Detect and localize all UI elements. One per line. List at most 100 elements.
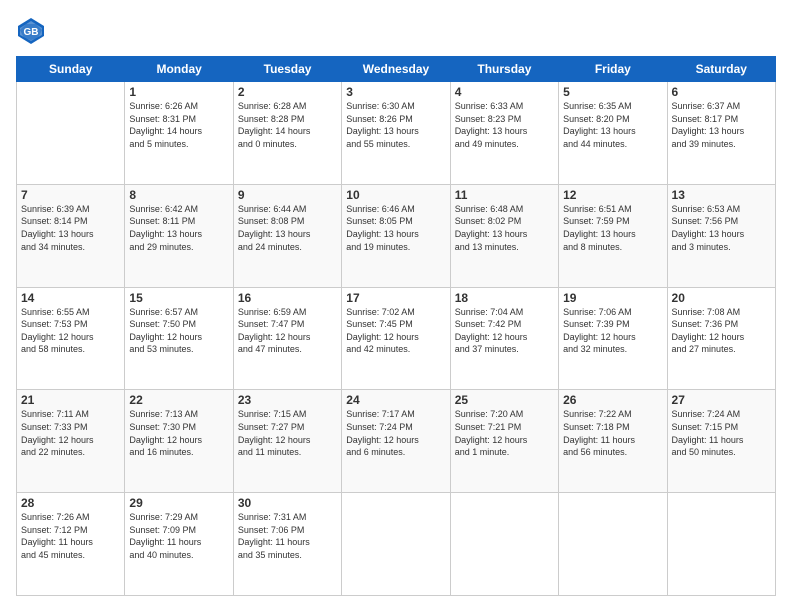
calendar-cell: [342, 493, 450, 596]
day-number: 29: [129, 496, 228, 510]
calendar-cell: 26Sunrise: 7:22 AM Sunset: 7:18 PM Dayli…: [559, 390, 667, 493]
calendar-cell: 25Sunrise: 7:20 AM Sunset: 7:21 PM Dayli…: [450, 390, 558, 493]
calendar-cell: 19Sunrise: 7:06 AM Sunset: 7:39 PM Dayli…: [559, 287, 667, 390]
day-number: 3: [346, 85, 445, 99]
calendar-cell: 12Sunrise: 6:51 AM Sunset: 7:59 PM Dayli…: [559, 184, 667, 287]
day-info: Sunrise: 7:20 AM Sunset: 7:21 PM Dayligh…: [455, 408, 554, 458]
calendar-table: SundayMondayTuesdayWednesdayThursdayFrid…: [16, 56, 776, 596]
day-number: 16: [238, 291, 337, 305]
calendar-cell: 2Sunrise: 6:28 AM Sunset: 8:28 PM Daylig…: [233, 82, 341, 185]
day-info: Sunrise: 7:06 AM Sunset: 7:39 PM Dayligh…: [563, 306, 662, 356]
week-row-1: 1Sunrise: 6:26 AM Sunset: 8:31 PM Daylig…: [17, 82, 776, 185]
calendar-cell: 4Sunrise: 6:33 AM Sunset: 8:23 PM Daylig…: [450, 82, 558, 185]
day-info: Sunrise: 6:37 AM Sunset: 8:17 PM Dayligh…: [672, 100, 771, 150]
day-number: 26: [563, 393, 662, 407]
day-info: Sunrise: 6:46 AM Sunset: 8:05 PM Dayligh…: [346, 203, 445, 253]
day-number: 4: [455, 85, 554, 99]
calendar-cell: 15Sunrise: 6:57 AM Sunset: 7:50 PM Dayli…: [125, 287, 233, 390]
calendar-cell: [450, 493, 558, 596]
day-info: Sunrise: 6:51 AM Sunset: 7:59 PM Dayligh…: [563, 203, 662, 253]
day-info: Sunrise: 6:48 AM Sunset: 8:02 PM Dayligh…: [455, 203, 554, 253]
day-info: Sunrise: 7:29 AM Sunset: 7:09 PM Dayligh…: [129, 511, 228, 561]
day-info: Sunrise: 7:02 AM Sunset: 7:45 PM Dayligh…: [346, 306, 445, 356]
calendar-cell: [17, 82, 125, 185]
day-info: Sunrise: 6:35 AM Sunset: 8:20 PM Dayligh…: [563, 100, 662, 150]
day-info: Sunrise: 7:08 AM Sunset: 7:36 PM Dayligh…: [672, 306, 771, 356]
calendar-cell: 21Sunrise: 7:11 AM Sunset: 7:33 PM Dayli…: [17, 390, 125, 493]
day-number: 6: [672, 85, 771, 99]
day-number: 12: [563, 188, 662, 202]
calendar-cell: 1Sunrise: 6:26 AM Sunset: 8:31 PM Daylig…: [125, 82, 233, 185]
day-info: Sunrise: 7:26 AM Sunset: 7:12 PM Dayligh…: [21, 511, 120, 561]
day-info: Sunrise: 6:57 AM Sunset: 7:50 PM Dayligh…: [129, 306, 228, 356]
calendar-cell: 3Sunrise: 6:30 AM Sunset: 8:26 PM Daylig…: [342, 82, 450, 185]
weekday-header-sunday: Sunday: [17, 57, 125, 82]
day-number: 30: [238, 496, 337, 510]
day-number: 7: [21, 188, 120, 202]
day-number: 15: [129, 291, 228, 305]
day-info: Sunrise: 6:42 AM Sunset: 8:11 PM Dayligh…: [129, 203, 228, 253]
calendar-cell: 17Sunrise: 7:02 AM Sunset: 7:45 PM Dayli…: [342, 287, 450, 390]
logo-icon: GB: [16, 16, 46, 46]
day-info: Sunrise: 6:28 AM Sunset: 8:28 PM Dayligh…: [238, 100, 337, 150]
day-info: Sunrise: 6:44 AM Sunset: 8:08 PM Dayligh…: [238, 203, 337, 253]
day-number: 10: [346, 188, 445, 202]
calendar-cell: [667, 493, 775, 596]
day-info: Sunrise: 6:55 AM Sunset: 7:53 PM Dayligh…: [21, 306, 120, 356]
day-info: Sunrise: 7:24 AM Sunset: 7:15 PM Dayligh…: [672, 408, 771, 458]
calendar-cell: 6Sunrise: 6:37 AM Sunset: 8:17 PM Daylig…: [667, 82, 775, 185]
calendar-cell: 22Sunrise: 7:13 AM Sunset: 7:30 PM Dayli…: [125, 390, 233, 493]
calendar-cell: 27Sunrise: 7:24 AM Sunset: 7:15 PM Dayli…: [667, 390, 775, 493]
day-info: Sunrise: 7:04 AM Sunset: 7:42 PM Dayligh…: [455, 306, 554, 356]
calendar-cell: 11Sunrise: 6:48 AM Sunset: 8:02 PM Dayli…: [450, 184, 558, 287]
calendar-cell: 20Sunrise: 7:08 AM Sunset: 7:36 PM Dayli…: [667, 287, 775, 390]
day-number: 2: [238, 85, 337, 99]
day-number: 24: [346, 393, 445, 407]
day-info: Sunrise: 7:31 AM Sunset: 7:06 PM Dayligh…: [238, 511, 337, 561]
logo: GB: [16, 16, 50, 46]
day-number: 13: [672, 188, 771, 202]
week-row-3: 14Sunrise: 6:55 AM Sunset: 7:53 PM Dayli…: [17, 287, 776, 390]
calendar-cell: 8Sunrise: 6:42 AM Sunset: 8:11 PM Daylig…: [125, 184, 233, 287]
day-number: 23: [238, 393, 337, 407]
calendar-cell: 7Sunrise: 6:39 AM Sunset: 8:14 PM Daylig…: [17, 184, 125, 287]
week-row-2: 7Sunrise: 6:39 AM Sunset: 8:14 PM Daylig…: [17, 184, 776, 287]
day-number: 11: [455, 188, 554, 202]
day-number: 22: [129, 393, 228, 407]
week-row-5: 28Sunrise: 7:26 AM Sunset: 7:12 PM Dayli…: [17, 493, 776, 596]
day-info: Sunrise: 6:59 AM Sunset: 7:47 PM Dayligh…: [238, 306, 337, 356]
weekday-header-monday: Monday: [125, 57, 233, 82]
weekday-header-thursday: Thursday: [450, 57, 558, 82]
day-info: Sunrise: 7:11 AM Sunset: 7:33 PM Dayligh…: [21, 408, 120, 458]
weekday-header-saturday: Saturday: [667, 57, 775, 82]
page: GB SundayMondayTuesdayWednesdayThursdayF…: [0, 0, 792, 612]
weekday-header-wednesday: Wednesday: [342, 57, 450, 82]
day-number: 19: [563, 291, 662, 305]
day-info: Sunrise: 6:39 AM Sunset: 8:14 PM Dayligh…: [21, 203, 120, 253]
day-number: 8: [129, 188, 228, 202]
weekday-header-tuesday: Tuesday: [233, 57, 341, 82]
day-info: Sunrise: 7:15 AM Sunset: 7:27 PM Dayligh…: [238, 408, 337, 458]
week-row-4: 21Sunrise: 7:11 AM Sunset: 7:33 PM Dayli…: [17, 390, 776, 493]
calendar-cell: 5Sunrise: 6:35 AM Sunset: 8:20 PM Daylig…: [559, 82, 667, 185]
day-info: Sunrise: 6:33 AM Sunset: 8:23 PM Dayligh…: [455, 100, 554, 150]
day-number: 28: [21, 496, 120, 510]
day-info: Sunrise: 7:13 AM Sunset: 7:30 PM Dayligh…: [129, 408, 228, 458]
calendar-cell: 16Sunrise: 6:59 AM Sunset: 7:47 PM Dayli…: [233, 287, 341, 390]
day-number: 25: [455, 393, 554, 407]
day-number: 1: [129, 85, 228, 99]
calendar-cell: [559, 493, 667, 596]
calendar-cell: 24Sunrise: 7:17 AM Sunset: 7:24 PM Dayli…: [342, 390, 450, 493]
day-number: 18: [455, 291, 554, 305]
day-info: Sunrise: 6:53 AM Sunset: 7:56 PM Dayligh…: [672, 203, 771, 253]
weekday-header-friday: Friday: [559, 57, 667, 82]
weekday-header-row: SundayMondayTuesdayWednesdayThursdayFrid…: [17, 57, 776, 82]
calendar-cell: 29Sunrise: 7:29 AM Sunset: 7:09 PM Dayli…: [125, 493, 233, 596]
day-number: 9: [238, 188, 337, 202]
day-info: Sunrise: 6:26 AM Sunset: 8:31 PM Dayligh…: [129, 100, 228, 150]
calendar-cell: 13Sunrise: 6:53 AM Sunset: 7:56 PM Dayli…: [667, 184, 775, 287]
header: GB: [16, 16, 776, 46]
day-number: 27: [672, 393, 771, 407]
calendar-cell: 9Sunrise: 6:44 AM Sunset: 8:08 PM Daylig…: [233, 184, 341, 287]
calendar-cell: 18Sunrise: 7:04 AM Sunset: 7:42 PM Dayli…: [450, 287, 558, 390]
